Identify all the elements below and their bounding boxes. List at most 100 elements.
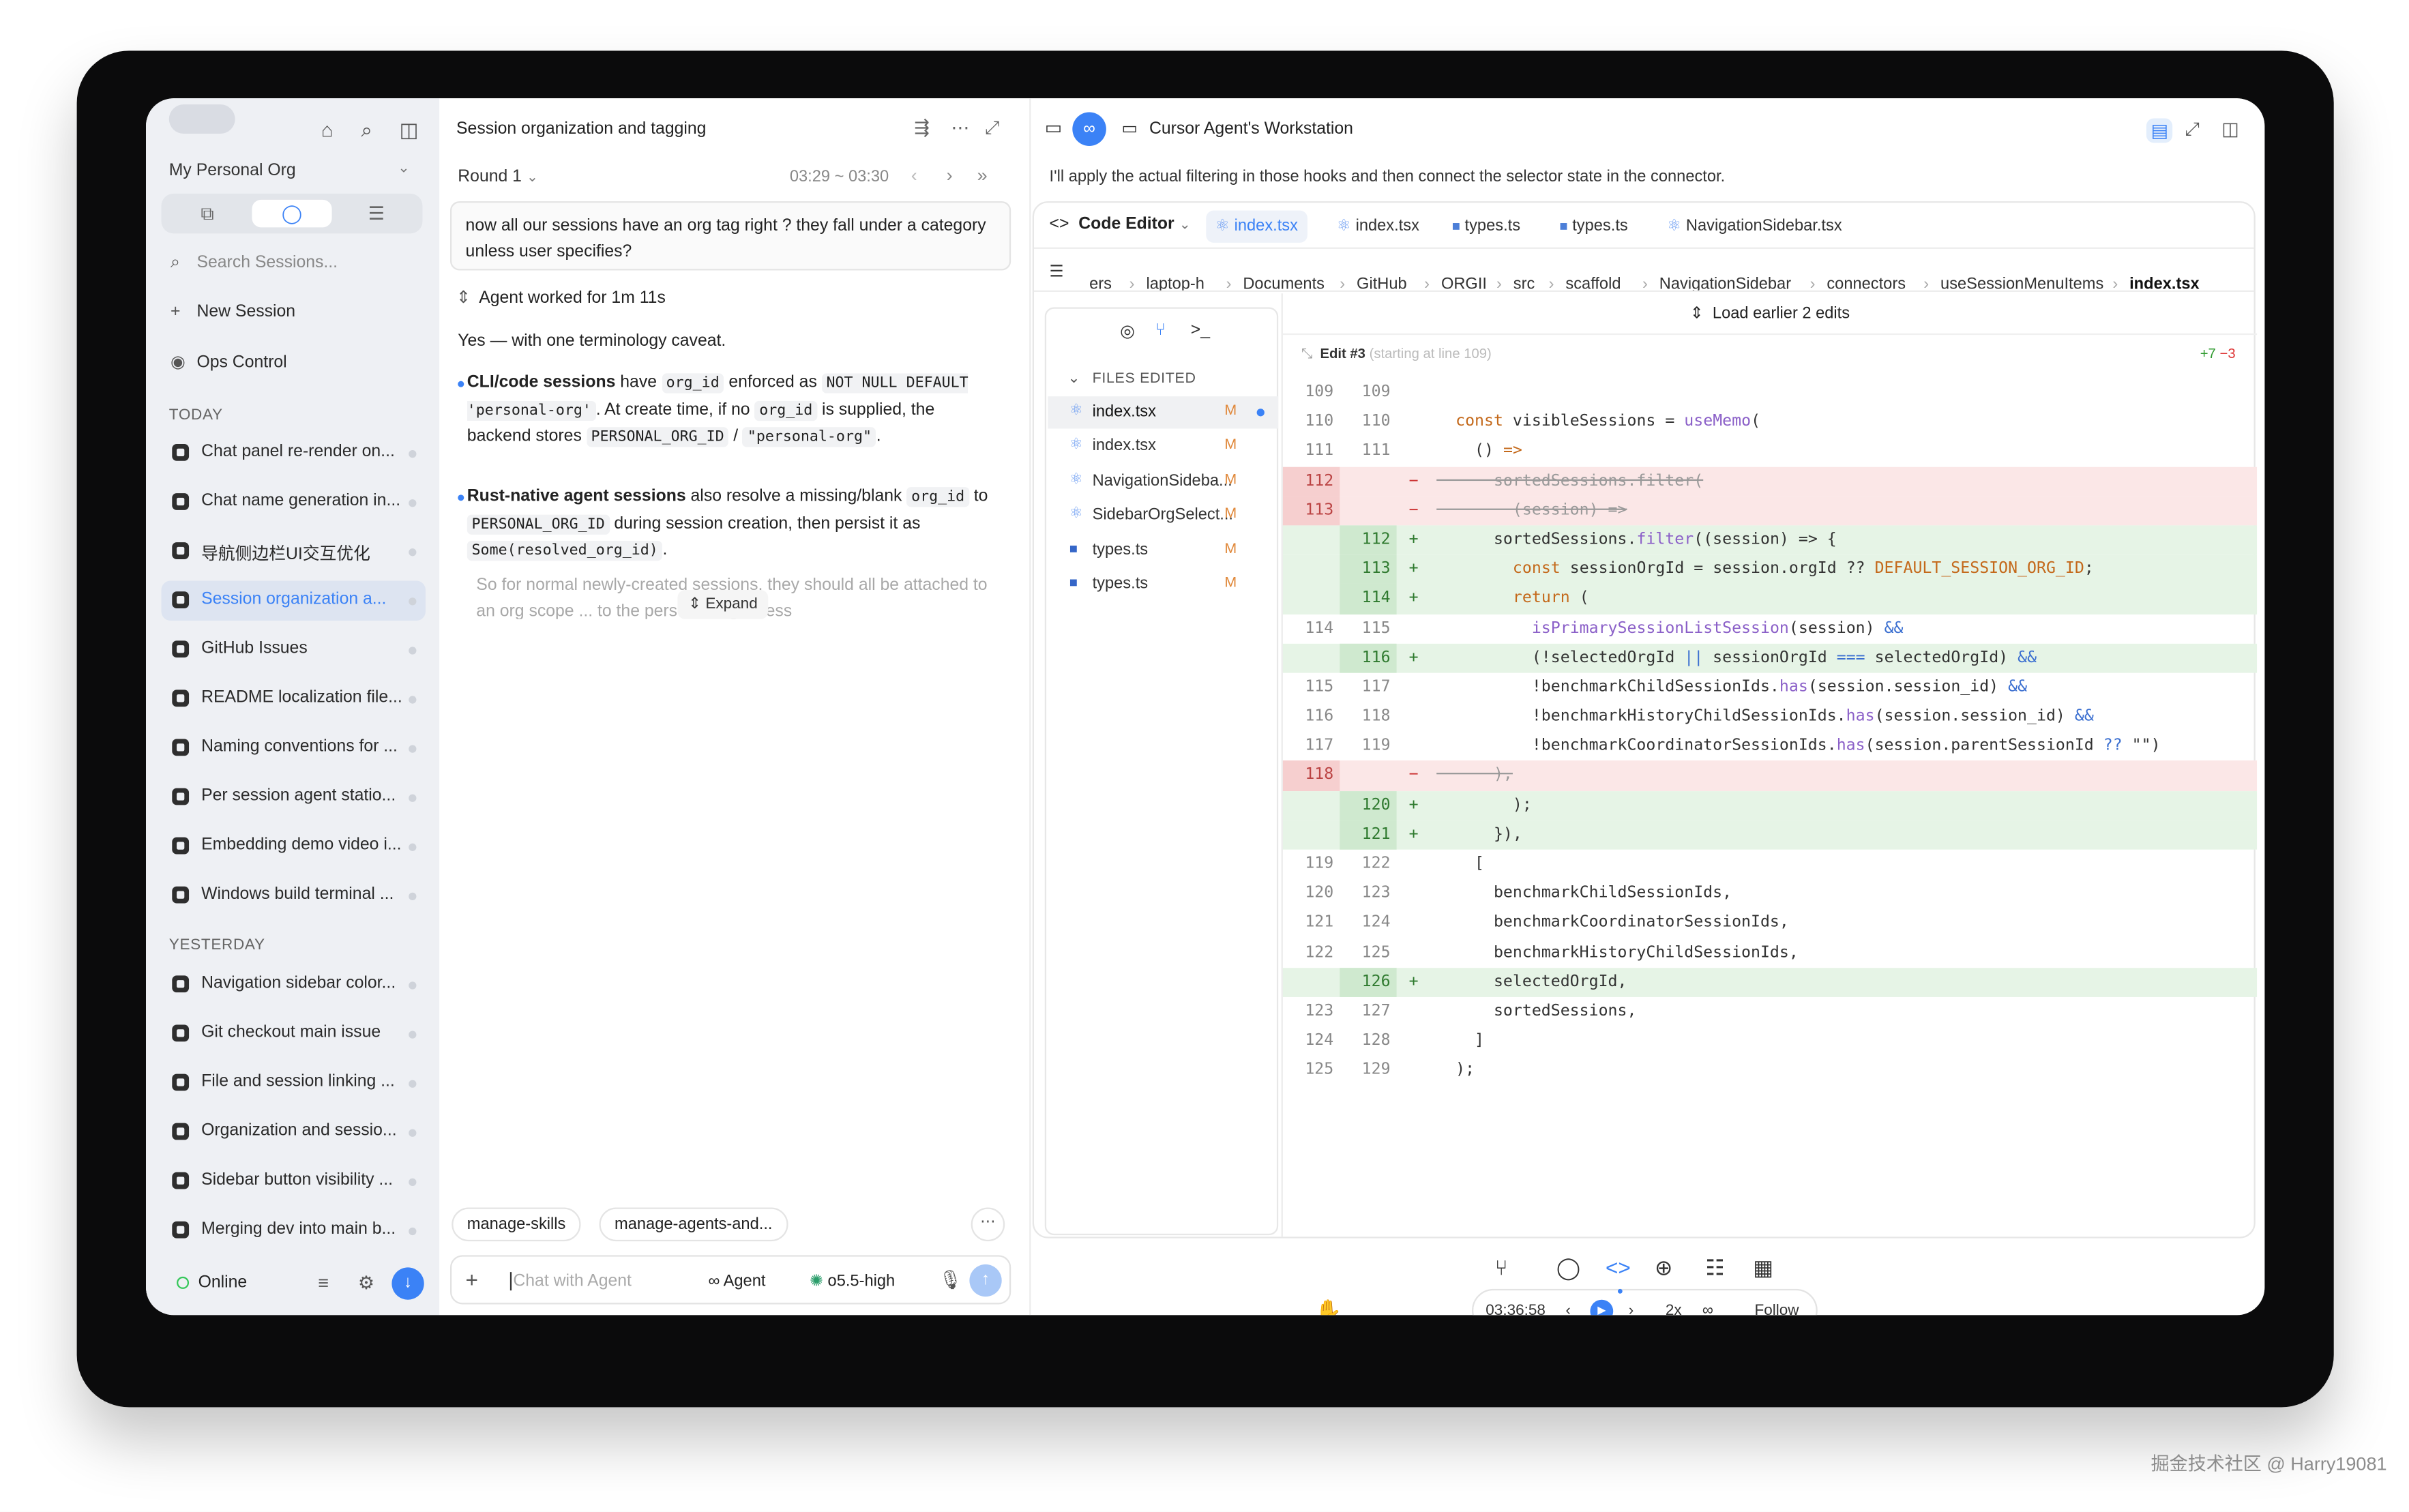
chat-input-placeholder[interactable]: Chat with Agent xyxy=(509,1272,632,1291)
load-earlier-button[interactable]: ⇕ Load earlier 2 edits xyxy=(1282,293,2258,336)
outline-icon[interactable]: ☰ xyxy=(1050,263,1064,281)
session-item[interactable]: Naming conventions for ... xyxy=(162,728,426,769)
prev-round-icon[interactable]: ‹ xyxy=(911,164,917,186)
last-round-icon[interactable]: » xyxy=(977,164,988,186)
breadcrumb-item[interactable]: ers xyxy=(1089,275,1112,291)
next-round-icon[interactable]: › xyxy=(947,164,953,186)
tab-index-tsx-2[interactable]: ⚛ index.tsx xyxy=(1327,211,1428,243)
tab-types-ts-2[interactable]: ■ types.ts xyxy=(1550,211,1637,243)
file-item[interactable]: ⚛ index.tsx M xyxy=(1048,396,1279,429)
copy-view-icon[interactable]: ⧉ xyxy=(168,200,248,228)
session-status-dot xyxy=(409,647,417,655)
session-item[interactable]: Merging dev into main b... xyxy=(162,1211,426,1251)
breadcrumb-item[interactable]: NavigationSidebar xyxy=(1659,275,1791,291)
org-selector[interactable]: My Personal Org xyxy=(169,162,296,180)
breadcrumb-item[interactable]: GitHub xyxy=(1357,275,1407,291)
chat-input[interactable]: + Chat with Agent ∞ Agent ✺ o5.5-high 🎙 … xyxy=(450,1255,1011,1305)
checklist-icon[interactable]: ☷ xyxy=(1705,1255,1724,1281)
collapse-icon[interactable]: ⇶ xyxy=(914,117,930,138)
search-icon[interactable]: ⌕ xyxy=(361,120,372,140)
table-icon[interactable]: ▦ xyxy=(1753,1255,1773,1281)
git-branch-icon[interactable]: ⑂ xyxy=(1155,321,1166,340)
chip-manage-agents[interactable]: manage-agents-and... xyxy=(599,1207,788,1242)
split-view-icon[interactable]: ◫ xyxy=(2221,118,2239,140)
model-selector[interactable]: ✺ o5.5-high xyxy=(810,1272,895,1290)
session-item[interactable]: Session organization a... xyxy=(161,580,426,621)
new-session-button[interactable]: + New Session xyxy=(171,303,295,321)
chip-manage-skills[interactable]: manage-skills xyxy=(452,1207,581,1242)
session-item[interactable]: Embedding demo video i... xyxy=(162,827,426,867)
loop-icon[interactable]: ∞ xyxy=(1702,1303,1713,1315)
filter-icon[interactable]: ≡ xyxy=(318,1272,329,1294)
session-item[interactable]: Chat panel re-render on... xyxy=(162,433,426,473)
session-item[interactable]: File and session linking ... xyxy=(162,1063,426,1103)
sidebar-toggle-icon[interactable]: ◫ xyxy=(400,120,419,140)
terminal-icon[interactable]: >_ xyxy=(1191,321,1210,340)
layout-icon[interactable]: ▤ xyxy=(2146,118,2173,143)
list-view-icon[interactable]: ☰ xyxy=(336,200,416,228)
collapse-edit-icon[interactable]: ⤡ xyxy=(1301,346,1312,361)
session-item[interactable]: Windows build terminal ... xyxy=(162,876,426,916)
search-sessions[interactable]: ⌕ Search Sessions... xyxy=(171,254,338,273)
breadcrumb-item[interactable]: src xyxy=(1513,275,1535,291)
status-indicator[interactable]: Online xyxy=(177,1273,247,1292)
hand-tool-icon[interactable]: ✋ xyxy=(1315,1298,1342,1315)
expand-button[interactable]: ⇕ Expand xyxy=(677,589,769,619)
breadcrumb-item[interactable]: ORGII xyxy=(1441,275,1487,291)
infinity-toggle[interactable]: ∞ xyxy=(1072,112,1106,146)
session-item[interactable]: README localization file... xyxy=(162,679,426,720)
tab-navigation-sidebar[interactable]: ⚛ NavigationSidebar.tsx xyxy=(1658,211,1852,243)
speed-selector[interactable]: 2x xyxy=(1666,1303,1682,1315)
diff-line-added: 112 + sortedSessions.filter((session) => … xyxy=(1282,525,2258,555)
ops-control-button[interactable]: ◉ Ops Control xyxy=(171,352,287,372)
prev-step-icon[interactable]: ‹ xyxy=(1565,1303,1571,1315)
session-item[interactable]: 导航侧边栏UI交互优化 xyxy=(162,531,426,572)
file-item[interactable]: ⚛ index.tsx M xyxy=(1048,431,1278,463)
session-item[interactable]: Sidebar button visibility ... xyxy=(162,1161,426,1202)
chat-bubble-icon[interactable]: ◯ xyxy=(1556,1255,1580,1281)
session-item[interactable]: Per session agent statio... xyxy=(162,777,426,818)
follow-button[interactable]: Follow xyxy=(1754,1303,1799,1315)
breadcrumb-item[interactable]: connectors xyxy=(1827,275,1906,291)
breadcrumb-item[interactable]: index.tsx xyxy=(2129,275,2200,291)
tab-types-ts-1[interactable]: ■ types.ts xyxy=(1443,211,1529,243)
window-toggle[interactable] xyxy=(168,104,235,134)
session-item[interactable]: Navigation sidebar color... xyxy=(162,965,426,1005)
more-chips-button[interactable]: ⋯ xyxy=(971,1207,1005,1242)
expand-icon[interactable]: ⤢ xyxy=(985,117,1000,140)
compass-icon[interactable]: ◎ xyxy=(1120,321,1135,341)
mic-icon[interactable]: 🎙 xyxy=(939,1269,962,1291)
tab-index-tsx-1[interactable]: ⚛ index.tsx xyxy=(1206,210,1307,243)
breadcrumb-item[interactable]: laptop-h xyxy=(1146,275,1204,291)
chat-view-icon[interactable]: ◯ xyxy=(252,199,332,228)
round-selector[interactable]: Round 1 ⌄ xyxy=(458,168,538,186)
next-step-icon[interactable]: › xyxy=(1629,1303,1634,1315)
session-item[interactable]: Git checkout main issue xyxy=(162,1014,426,1054)
laptop-icon[interactable]: ▭ xyxy=(1045,117,1063,138)
gear-icon[interactable]: ⚙ xyxy=(358,1272,374,1294)
globe-icon[interactable]: ⊕ xyxy=(1655,1255,1672,1281)
session-item[interactable]: Chat name generation in... xyxy=(162,482,426,522)
file-item[interactable]: ⚛ NavigationSideba... M xyxy=(1048,465,1278,497)
session-item[interactable]: Organization and sessio... xyxy=(162,1112,426,1153)
file-item[interactable]: ■ types.ts M xyxy=(1048,568,1278,600)
session-icon xyxy=(172,1221,190,1239)
download-button[interactable]: ↓ xyxy=(391,1267,424,1300)
code-icon[interactable]: <> xyxy=(1606,1255,1631,1279)
code-editor-selector[interactable]: <> Code Editor ⌄ xyxy=(1050,215,1191,233)
session-item[interactable]: GitHub Issues xyxy=(162,630,426,670)
home-icon[interactable]: ⌂ xyxy=(321,120,334,140)
attach-plus-icon[interactable]: + xyxy=(466,1267,478,1292)
more-icon[interactable]: ⋯ xyxy=(951,117,969,138)
file-item[interactable]: ■ types.ts M xyxy=(1048,534,1278,566)
play-button[interactable]: ▶ xyxy=(1590,1299,1614,1316)
agent-worked-toggle[interactable]: ⇕ Agent worked for 1m 11s xyxy=(456,287,666,307)
file-item[interactable]: ⚛ SidebarOrgSelect... M xyxy=(1048,500,1278,532)
send-button[interactable]: ↑ xyxy=(969,1264,1002,1297)
git-branch-icon[interactable]: ⑂ xyxy=(1495,1255,1508,1279)
breadcrumb-item[interactable]: useSessionMenuItems xyxy=(1940,275,2103,291)
expand-icon[interactable]: ⤢ xyxy=(2185,118,2200,141)
breadcrumb-item[interactable]: scaffold xyxy=(1565,275,1621,291)
breadcrumb-item[interactable]: Documents xyxy=(1243,275,1325,291)
agent-mode-selector[interactable]: ∞ Agent xyxy=(708,1272,765,1290)
